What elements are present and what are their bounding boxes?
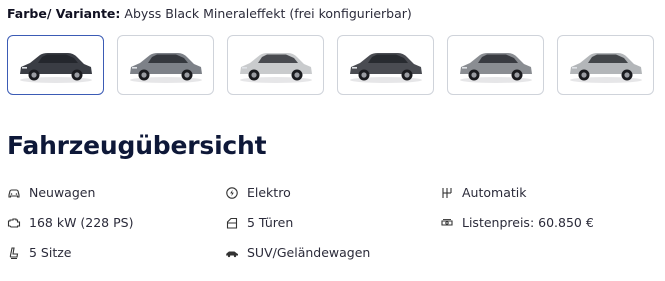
feature-text: SUV/Geländewagen: [247, 245, 371, 260]
car-thumbnail-image: [20, 53, 92, 83]
feature-power: 168 kW (228 PS): [7, 215, 133, 230]
feature-transmission: Automatik: [440, 185, 526, 200]
seat-icon: [7, 246, 21, 260]
color-swatch-gravity-gray[interactable]: [117, 35, 214, 95]
color-swatch-list: [7, 35, 659, 97]
feature-text: Elektro: [247, 185, 291, 200]
feature-condition: Neuwagen: [7, 185, 95, 200]
fuel-electric-icon: [225, 186, 239, 200]
gearshift-icon: [440, 186, 454, 200]
car-thumbnail-image: [130, 53, 202, 83]
feature-text: Automatik: [462, 185, 527, 200]
feature-body-type: SUV/Geländewagen: [225, 245, 370, 260]
car-thumbnail-image: [350, 53, 422, 83]
color-swatch-atlas-white[interactable]: [227, 35, 324, 95]
suv-icon: [225, 246, 239, 260]
color-swatch-abyss-black[interactable]: [7, 35, 104, 95]
car-thumbnail-image: [570, 53, 642, 83]
feature-text: Listenpreis: 60.850 €: [462, 215, 594, 230]
page-title: Fahrzeugübersicht: [7, 131, 267, 160]
color-variant-line: Farbe/ Variante: Abyss Black Mineraleffe…: [7, 6, 412, 21]
color-swatch-cyber-gray[interactable]: [557, 35, 654, 95]
color-swatch-phantom-black[interactable]: [337, 35, 434, 95]
feature-text: Neuwagen: [29, 185, 96, 200]
car-thumbnail-image: [460, 53, 532, 83]
door-icon: [225, 216, 239, 230]
feature-list-price: Listenpreis: 60.850 €: [440, 215, 594, 230]
feature-text: 5 Türen: [247, 215, 294, 230]
price-tag-icon: [440, 216, 454, 230]
color-variant-value: Abyss Black Mineraleffekt (frei konfigur…: [124, 6, 412, 21]
feature-text: 168 kW (228 PS): [29, 215, 134, 230]
car-thumbnail-image: [240, 53, 312, 83]
feature-doors: 5 Türen: [225, 215, 293, 230]
color-variant-label: Farbe/ Variante:: [7, 6, 121, 21]
color-swatch-shooting-star-gray[interactable]: [447, 35, 544, 95]
feature-fuel: Elektro: [225, 185, 291, 200]
car-icon: [7, 186, 21, 200]
feature-text: 5 Sitze: [29, 245, 72, 260]
feature-seats: 5 Sitze: [7, 245, 72, 260]
engine-icon: [7, 216, 21, 230]
